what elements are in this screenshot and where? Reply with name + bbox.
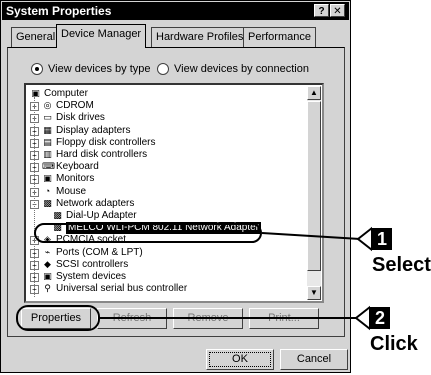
tree-item-label: Ports (COM & LPT) [56, 246, 143, 258]
help-icon[interactable]: ? [314, 4, 329, 17]
view-by-connection-radio[interactable]: View devices by connection [157, 63, 309, 76]
tree-item-label: CDROM [56, 100, 94, 112]
title-bar: System Properties ? ✕ [2, 2, 349, 20]
cdrom-icon: ◎ [43, 100, 52, 111]
tab-hardware-profiles[interactable]: Hardware Profiles [151, 27, 249, 47]
tree-item-label: Mouse [56, 185, 87, 197]
step2-label: 2 Click [370, 305, 431, 355]
tab-performance[interactable]: Performance [243, 27, 316, 47]
keyboard-icon: ⌨ [42, 161, 55, 172]
tree-item-label: Computer [44, 88, 88, 99]
cancel-button[interactable]: Cancel [280, 349, 348, 370]
device-tree[interactable]: ▲ ▼ ▣ Computer + ◎ CDROM + ▭ Disk drives + ▦ Displ… [24, 83, 324, 303]
tree-item-label: Universal serial bus controller [56, 283, 188, 295]
usb-icon: ⚲ [44, 283, 51, 294]
network-card-icon: ▩ [53, 210, 62, 220]
tree-item[interactable]: + ◔ Mouse [26, 186, 306, 198]
tree-connector-line [34, 97, 35, 297]
tree-item[interactable]: + ⚲ Universal serial bus controller [26, 283, 306, 295]
monitor-icon: ▣ [43, 173, 52, 184]
disk-drive-icon: ▭ [43, 112, 52, 123]
system-devices-icon: ▣ [43, 271, 52, 281]
step2-text: Click [370, 333, 418, 355]
hard-disk-controller-icon: ▥ [43, 149, 52, 159]
display-adapter-icon: ▦ [43, 124, 52, 135]
tree-item[interactable]: + ⌁ Ports (COM & LPT) [26, 247, 306, 259]
step1-label: 1 Select [372, 226, 431, 276]
window-title: System Properties [6, 4, 112, 18]
tree-item[interactable]: + ▣ Monitors [26, 173, 306, 185]
tree-item[interactable]: ▩ Dial-Up Adapter [26, 210, 306, 222]
tab-general[interactable]: General [11, 27, 61, 47]
close-icon[interactable]: ✕ [330, 4, 345, 17]
radio-unselected-icon [157, 63, 169, 76]
scsi-icon: ◆ [44, 258, 51, 269]
select-pointer-icon [356, 225, 373, 253]
tree-item-label: Monitors [56, 173, 95, 185]
tree-item-label: Network adapters [56, 197, 135, 209]
tree-scrollbar[interactable]: ▲ ▼ [307, 86, 321, 300]
mouse-icon: ◔ [44, 185, 51, 196]
tree-item-label: Disk drives [56, 112, 105, 124]
click-pointer-icon [354, 304, 371, 332]
network-adapter-icon: ▩ [43, 197, 52, 208]
tree-item[interactable]: + ▤ Floppy disk controllers [26, 137, 306, 149]
tree-item-label: Hard disk controllers [56, 149, 148, 160]
view-by-connection-label: View devices by connection [174, 63, 309, 75]
tab-device-manager[interactable]: Device Manager [56, 24, 147, 48]
step2-number: 2 [370, 307, 390, 329]
tree-item[interactable]: + ▭ Disk drives [26, 112, 306, 124]
view-by-type-label: View devices by type [48, 63, 151, 75]
tree-item[interactable]: − ▩ Network adapters [26, 198, 306, 210]
tree-item-label: Display adapters [56, 124, 131, 136]
step1-number: 1 [372, 228, 392, 250]
tree-item-label: Keyboard [56, 161, 99, 173]
tree-item-label: System devices [56, 271, 127, 282]
ok-button[interactable]: OK [206, 349, 274, 370]
floppy-controller-icon: ▤ [43, 136, 52, 147]
print-button[interactable]: Print... [249, 308, 319, 329]
tree-item[interactable]: + ▥ Hard disk controllers [26, 149, 306, 161]
view-by-type-radio[interactable]: View devices by type [31, 63, 151, 76]
tree-item[interactable]: ▣ Computer [26, 88, 306, 100]
tree-item[interactable]: + ◆ SCSI controllers [26, 259, 306, 271]
tree-item[interactable]: + ▣ System devices [26, 271, 306, 283]
remove-button[interactable]: Remove [173, 308, 243, 329]
scroll-up-icon[interactable]: ▲ [307, 86, 321, 100]
tree-item-label: SCSI controllers [56, 258, 129, 270]
ports-icon: ⌁ [44, 246, 51, 257]
radio-selected-icon [31, 63, 43, 76]
tree-item[interactable]: + ▦ Display adapters [26, 125, 306, 137]
scroll-thumb[interactable] [307, 101, 321, 271]
tree-item-label: Floppy disk controllers [56, 136, 156, 148]
tree-item-label: Dial-Up Adapter [66, 210, 137, 221]
select-callout-outline [34, 223, 262, 243]
tree-item[interactable]: + ⌨ Keyboard [26, 161, 306, 173]
scroll-down-icon[interactable]: ▼ [307, 286, 321, 300]
computer-icon: ▣ [31, 88, 40, 98]
refresh-button[interactable]: Refresh [97, 308, 167, 329]
step1-text: Select [372, 254, 431, 276]
click-callout-outline [16, 305, 100, 331]
tree-item[interactable]: + ◎ CDROM [26, 100, 306, 112]
